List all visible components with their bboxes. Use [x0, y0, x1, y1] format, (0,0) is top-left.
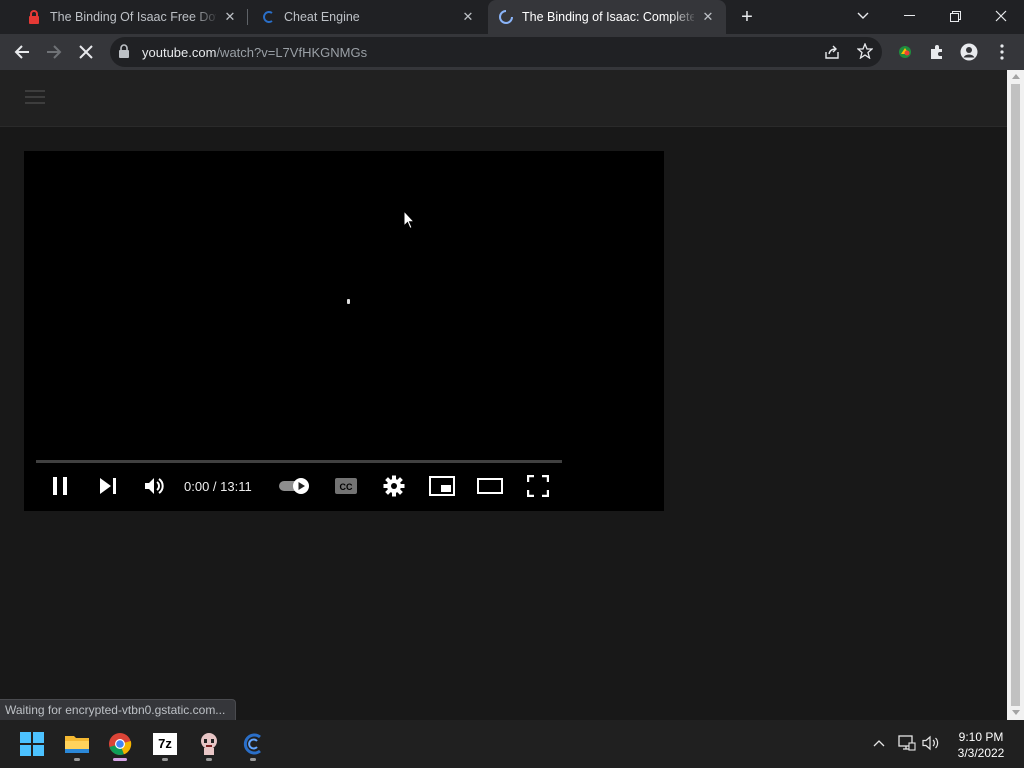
tab-cheat-engine[interactable]: Cheat Engine ✕ — [250, 0, 486, 34]
scroll-up-arrow-icon[interactable] — [1012, 74, 1020, 79]
share-icon[interactable] — [824, 44, 840, 65]
chrome-menu-icon[interactable] — [987, 37, 1017, 67]
clock-date: 3/3/2022 — [957, 746, 1005, 760]
mouse-cursor — [403, 209, 416, 235]
close-tab-icon[interactable]: ✕ — [700, 9, 716, 25]
extensions-puzzle-icon[interactable] — [922, 37, 952, 67]
scrollbar-thumb[interactable] — [1011, 84, 1020, 706]
red-lock-icon — [26, 9, 42, 25]
tab-title-fade — [192, 8, 220, 26]
progress-bar[interactable] — [36, 460, 562, 463]
youtube-header — [0, 70, 1007, 127]
bookmark-star-icon[interactable] — [856, 42, 874, 64]
isaac-game-icon[interactable] — [189, 726, 229, 762]
tab-binding-of-isaac-download[interactable]: The Binding Of Isaac Free Downl ✕ — [16, 0, 248, 34]
show-hidden-icons-chevron-icon[interactable] — [868, 732, 890, 754]
svg-text:CC: CC — [340, 482, 353, 492]
page-scrollbar[interactable] — [1007, 70, 1024, 720]
close-tab-icon[interactable]: ✕ — [222, 9, 238, 25]
back-button[interactable] — [7, 37, 37, 67]
system-clock[interactable]: 9:10 PM 3/3/2022 — [946, 729, 1016, 761]
network-icon[interactable] — [896, 732, 918, 754]
loading-spinner-icon — [498, 9, 514, 25]
7zip-logo: 7z — [153, 733, 177, 755]
start-icon[interactable] — [12, 726, 52, 762]
active-indicator — [113, 758, 127, 761]
restore-button[interactable] — [932, 0, 978, 32]
lock-icon[interactable] — [118, 44, 130, 63]
captions-button[interactable]: CC — [332, 472, 360, 500]
clock-time: 9:10 PM — [958, 730, 1004, 744]
running-indicator — [74, 758, 80, 761]
minimize-button[interactable] — [886, 0, 932, 32]
running-indicator — [250, 758, 256, 761]
url-text[interactable]: youtube.com/watch?v=L7VfHKGNMGs — [142, 45, 367, 60]
status-bar: Waiting for encrypted-vtbn0.gstatic.com.… — [0, 699, 237, 720]
pause-button[interactable] — [48, 472, 72, 500]
hamburger-menu-icon[interactable] — [25, 90, 45, 106]
loading-indicator — [347, 299, 350, 304]
time-display: 0:00 / 13:11 — [184, 479, 252, 494]
autoplay-toggle[interactable] — [276, 472, 312, 500]
tab-title: Cheat Engine — [284, 10, 360, 24]
url-domain: youtube.com — [142, 45, 217, 60]
new-tab-button[interactable]: + — [736, 6, 758, 28]
file-explorer-icon[interactable] — [57, 726, 97, 762]
browser-toolbar: youtube.com/watch?v=L7VfHKGNMGs — [0, 34, 1024, 70]
chrome-icon[interactable] — [100, 726, 140, 762]
profile-avatar-icon[interactable] — [954, 37, 984, 67]
video-player[interactable]: 0:00 / 13:11 CC — [24, 151, 664, 511]
tab-title-fade — [430, 8, 458, 26]
tab-strip: The Binding Of Isaac Free Downl ✕ Cheat … — [0, 0, 1024, 34]
windows-taskbar: 7z 9:10 PM 3/3/2022 — [0, 720, 1024, 768]
scroll-down-arrow-icon[interactable] — [1012, 710, 1020, 715]
cheat-engine-icon[interactable] — [233, 726, 273, 762]
close-tab-icon[interactable]: ✕ — [460, 9, 476, 25]
settings-gear-icon[interactable] — [380, 472, 408, 500]
fullscreen-button[interactable] — [524, 472, 552, 500]
running-indicator — [206, 758, 212, 761]
tab-binding-of-isaac-video[interactable]: The Binding of Isaac: Complete G ✕ — [488, 0, 726, 34]
tab-search-chevron-icon[interactable] — [840, 0, 886, 32]
volume-icon[interactable] — [920, 732, 942, 754]
volume-button[interactable] — [142, 472, 168, 500]
next-video-button[interactable] — [96, 472, 120, 500]
address-bar[interactable]: youtube.com/watch?v=L7VfHKGNMGs — [110, 37, 882, 67]
extension-green-icon[interactable] — [890, 37, 920, 67]
running-indicator — [162, 758, 168, 761]
stop-loading-button[interactable] — [71, 37, 101, 67]
web-page: 0:00 / 13:11 CC Waiting for encrypted-vt… — [0, 70, 1007, 720]
theater-mode-button[interactable] — [476, 472, 504, 500]
cheat-engine-icon — [260, 9, 276, 25]
miniplayer-button[interactable] — [428, 472, 456, 500]
tab-separator — [247, 9, 248, 25]
tab-title-fade — [670, 8, 698, 26]
close-window-button[interactable] — [978, 0, 1024, 32]
forward-button[interactable] — [39, 37, 69, 67]
url-path: /watch?v=L7VfHKGNMGs — [216, 45, 368, 60]
tab-title: The Binding of Isaac: Complete G — [522, 10, 694, 24]
7zip-icon[interactable]: 7z — [145, 726, 185, 762]
